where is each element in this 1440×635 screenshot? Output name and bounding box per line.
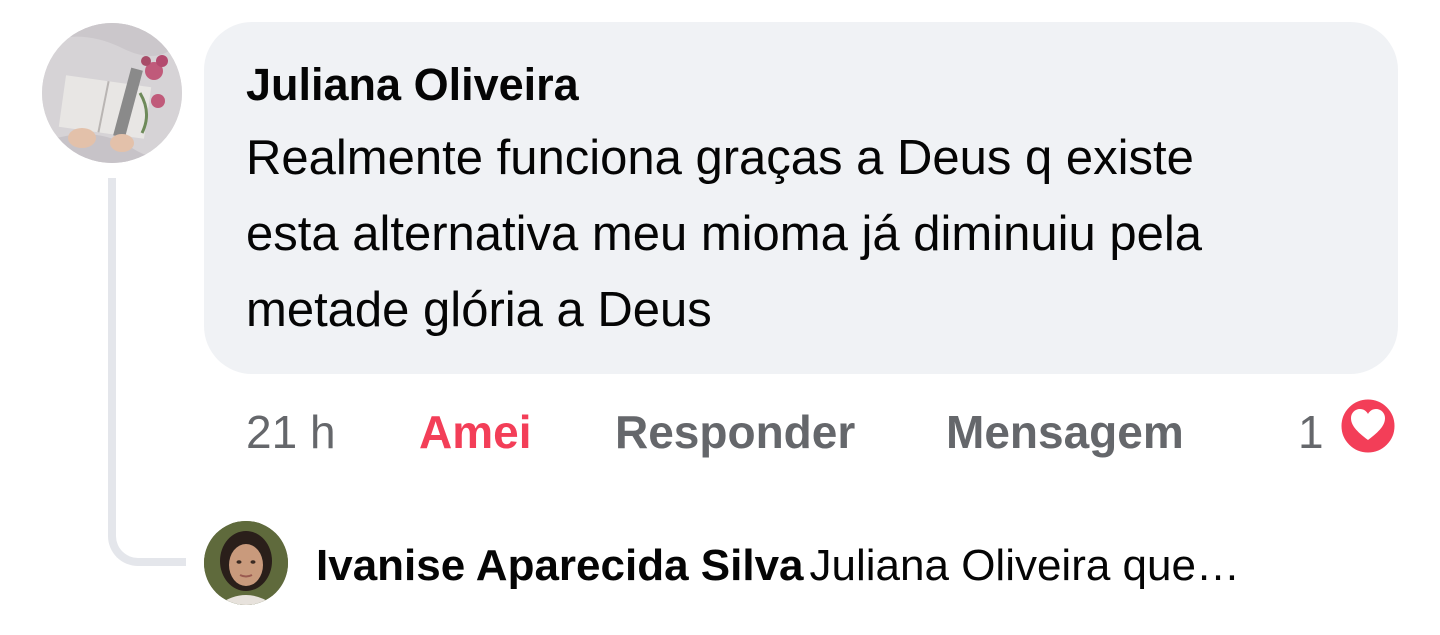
reaction-count[interactable]: 1 xyxy=(1298,402,1324,462)
reply-author-avatar[interactable] xyxy=(204,521,288,605)
comment-timestamp[interactable]: 21 h xyxy=(246,402,336,462)
heart-icon[interactable] xyxy=(1338,396,1398,456)
open-book-flowers-avatar-icon xyxy=(42,23,182,163)
comment-text: Realmente funciona graças a Deus q exist… xyxy=(246,131,1202,337)
reply-text: Juliana Oliveira que… xyxy=(809,541,1240,590)
comment-bubble: Juliana Oliveira Realmente funciona graç… xyxy=(204,22,1398,374)
comment-author[interactable]: Juliana Oliveira xyxy=(246,58,1358,112)
person-avatar-icon xyxy=(204,521,288,605)
reply-author[interactable]: Ivanise Aparecida Silva xyxy=(316,541,804,590)
reply-preview[interactable]: Ivanise Aparecida Silva Juliana Oliveira … xyxy=(316,538,1240,594)
thread-connector-line xyxy=(108,178,186,566)
message-button[interactable]: Mensagem xyxy=(946,402,1184,462)
commenter-avatar[interactable] xyxy=(42,23,182,163)
reply-button[interactable]: Responder xyxy=(615,402,855,462)
love-reaction-button[interactable]: Amei xyxy=(419,402,531,462)
